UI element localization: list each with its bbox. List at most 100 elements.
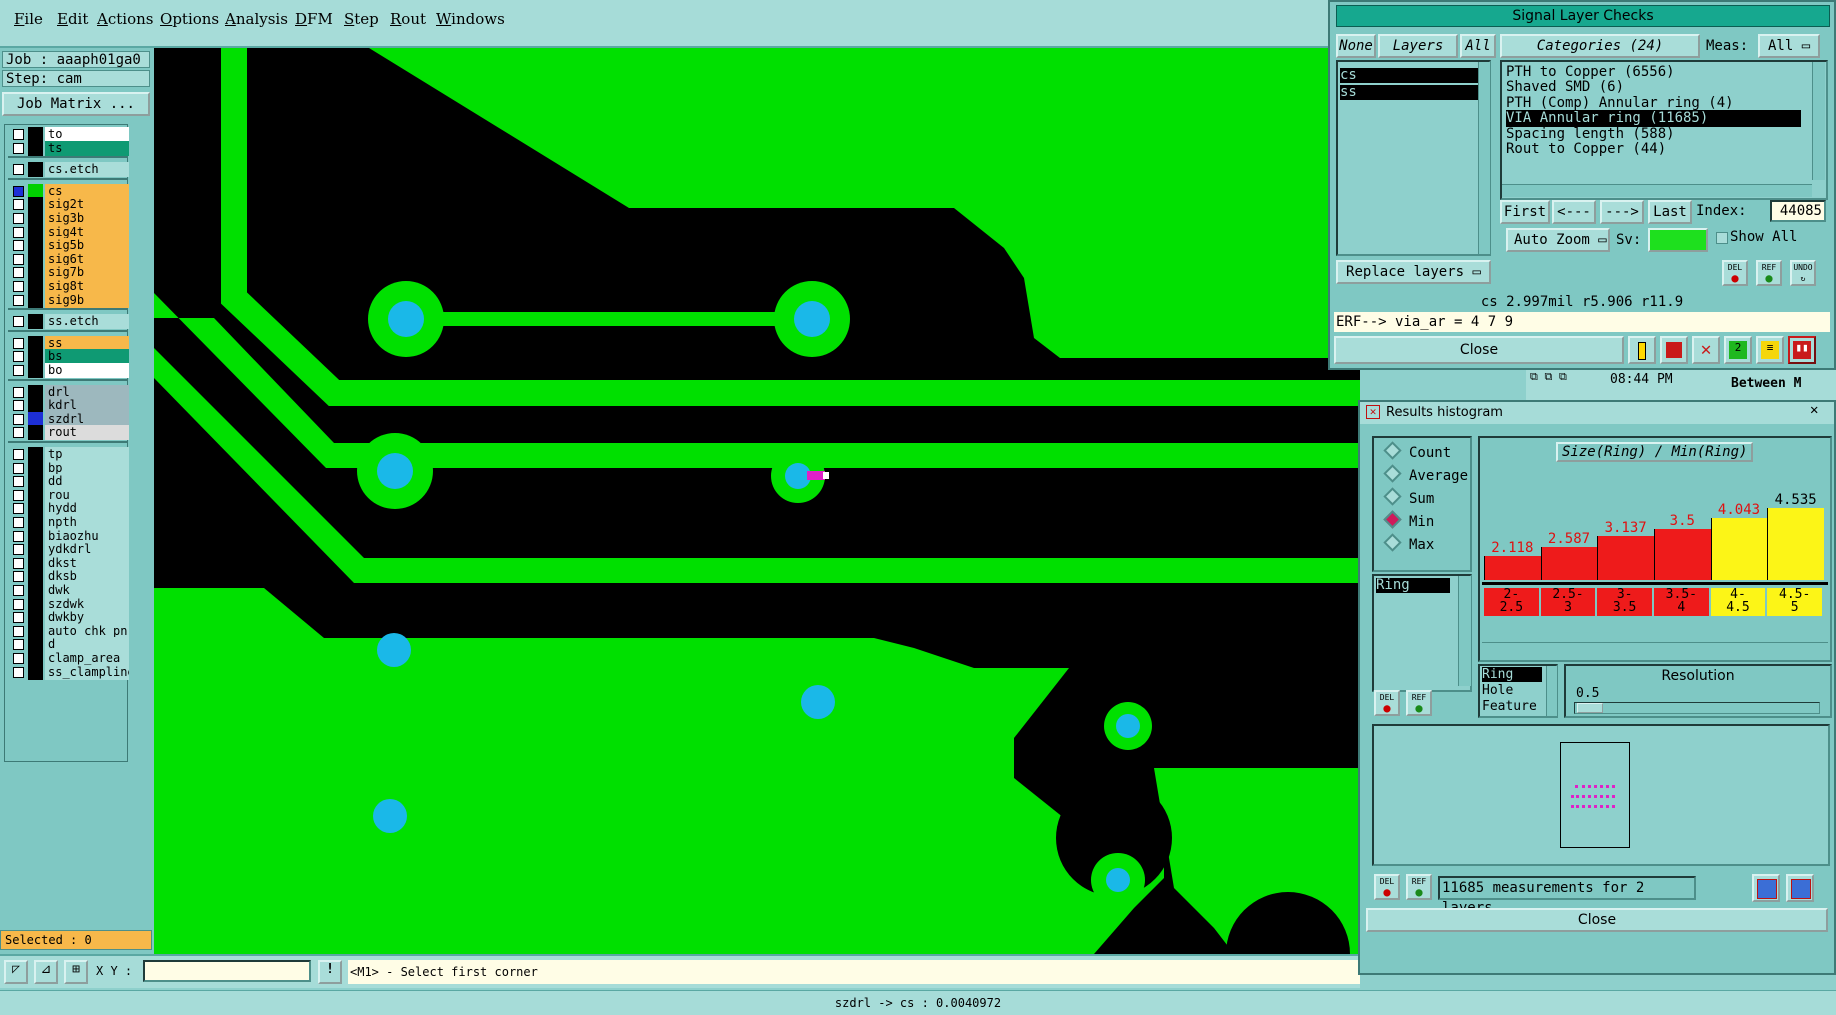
menu-analysis[interactable]: Analysis — [225, 10, 288, 28]
layer-swatch[interactable] — [28, 425, 43, 441]
layer-checkbox[interactable] — [13, 557, 24, 569]
layer-checkbox[interactable] — [13, 625, 24, 637]
menu-options[interactable]: Options — [160, 10, 219, 28]
layer-checkbox[interactable] — [13, 598, 24, 610]
stat-option-count[interactable]: Count — [1383, 441, 1451, 461]
layer-checkbox[interactable] — [13, 639, 24, 651]
layer-checkbox[interactable] — [13, 666, 24, 678]
ref-icon[interactable]: REF ● — [1756, 260, 1782, 286]
del-icon[interactable]: DEL ● — [1722, 260, 1748, 286]
layer-checkbox[interactable] — [13, 503, 24, 515]
xy-input[interactable] — [143, 960, 311, 982]
layer-checkbox[interactable] — [13, 142, 24, 154]
type-scrollbar[interactable] — [1546, 666, 1557, 716]
stat-option-sum[interactable]: Sum — [1383, 487, 1434, 507]
show-all-checkbox[interactable] — [1716, 232, 1728, 244]
layer-swatch[interactable] — [28, 664, 43, 680]
layer-checkbox[interactable] — [13, 351, 24, 363]
stat-option-max[interactable]: Max — [1383, 533, 1434, 553]
layer-row-ss.etch[interactable]: ss.etch — [8, 314, 129, 330]
menu-step[interactable]: Step — [344, 10, 379, 28]
layer-name[interactable]: ss.etch — [45, 314, 129, 330]
chart-hscrollbar[interactable] — [1482, 642, 1828, 655]
layer-checkbox[interactable] — [13, 226, 24, 238]
layer-name[interactable]: ts — [45, 140, 129, 156]
measure-tool-icon[interactable]: ⊿ — [34, 960, 58, 984]
histogram-bar[interactable] — [1540, 546, 1598, 580]
histogram-titlebar[interactable]: ✕ Results histogram ✕ — [1360, 402, 1834, 424]
last-button[interactable]: Last — [1648, 200, 1692, 224]
close-button[interactable]: Close — [1334, 336, 1624, 364]
menu-dfm[interactable]: DFM — [295, 10, 333, 28]
layer-checkbox[interactable] — [13, 240, 24, 252]
layer-checkbox[interactable] — [13, 316, 24, 328]
layer-row-rout[interactable]: rout — [8, 425, 129, 441]
next-button[interactable]: ---> — [1600, 200, 1644, 224]
layer-name[interactable]: rout — [45, 425, 129, 441]
layer-item-cs[interactable]: cs — [1340, 68, 1480, 83]
list-icon[interactable]: ≡ — [1756, 336, 1784, 364]
layer-checkbox[interactable] — [13, 185, 24, 197]
index-input[interactable] — [1770, 200, 1826, 222]
undo-icon[interactable]: UNDO ↻ — [1790, 260, 1816, 286]
category-hscrollbar[interactable] — [1502, 184, 1812, 197]
radio-diamond-icon[interactable] — [1383, 510, 1402, 529]
layer-name[interactable]: bo — [45, 363, 129, 378]
layer-name[interactable]: ss_clampline — [45, 664, 129, 680]
step-icon[interactable]: 2 — [1724, 336, 1752, 364]
layer-checkbox[interactable] — [13, 653, 24, 664]
job-matrix-button[interactable]: Job Matrix ... — [2, 92, 150, 116]
layer-checkbox[interactable] — [13, 213, 24, 224]
layer-checkbox[interactable] — [13, 462, 24, 474]
layer-swatch[interactable] — [28, 363, 43, 378]
layer-row-ss_clampline[interactable]: ss_clampline — [8, 664, 129, 680]
menu-windows[interactable]: Windows — [436, 10, 505, 28]
menu-rout[interactable]: Rout — [390, 10, 426, 28]
stat-option-average[interactable]: Average — [1383, 464, 1468, 484]
attribute-scrollbar[interactable] — [1458, 576, 1471, 686]
layer-checkbox[interactable] — [13, 365, 24, 376]
preview-del-icon[interactable]: DEL ● — [1374, 874, 1400, 900]
layer-checkbox[interactable] — [13, 267, 24, 279]
all-button[interactable]: All — [1460, 34, 1496, 58]
slider-handle[interactable] — [1577, 703, 1603, 713]
menu-edit[interactable]: Edit — [57, 10, 88, 28]
layer-swatch[interactable] — [28, 292, 43, 308]
layer-checkbox[interactable] — [13, 449, 24, 460]
type-item-ring[interactable]: Ring — [1482, 667, 1542, 682]
none-button[interactable]: None — [1336, 34, 1376, 58]
layer-checkbox[interactable] — [13, 281, 24, 292]
close-icon[interactable]: ✕ — [1810, 402, 1818, 418]
zoom-select-icon[interactable] — [1786, 874, 1814, 902]
resolution-slider[interactable] — [1574, 702, 1820, 714]
meas-select[interactable]: All ▭ — [1758, 34, 1820, 58]
layer-list-scrollbar[interactable] — [1478, 62, 1490, 254]
layer-checkbox[interactable] — [13, 413, 24, 425]
layer-checkbox[interactable] — [13, 400, 24, 412]
pcb-canvas[interactable] — [154, 48, 1360, 954]
layer-name[interactable]: cs.etch — [45, 162, 129, 178]
layer-swatch[interactable] — [28, 314, 43, 330]
preview-ref-icon[interactable]: REF ● — [1406, 874, 1432, 900]
type-item-feature[interactable]: Feature — [1482, 699, 1537, 714]
histogram-close-button[interactable]: Close — [1366, 908, 1828, 932]
layer-row-bo[interactable]: bo — [8, 363, 129, 378]
histogram-bar[interactable] — [1597, 535, 1654, 580]
histogram-bar[interactable] — [1484, 556, 1541, 580]
radio-diamond-icon[interactable] — [1383, 464, 1402, 483]
first-button[interactable]: First — [1500, 200, 1550, 224]
layer-checkbox[interactable] — [13, 517, 24, 528]
radio-diamond-icon[interactable] — [1383, 441, 1402, 460]
layer-checkbox[interactable] — [13, 386, 24, 398]
layer-checkbox[interactable] — [13, 544, 24, 556]
layer-name[interactable]: sig9b — [45, 292, 129, 308]
layer-swatch[interactable] — [28, 140, 43, 156]
sv-color-select[interactable] — [1648, 228, 1708, 252]
histogram-bar[interactable] — [1767, 508, 1824, 580]
layer-checkbox[interactable] — [13, 253, 24, 265]
report-icon[interactable] — [1660, 336, 1688, 364]
layer-checkbox[interactable] — [13, 199, 24, 211]
window-title[interactable]: Signal Layer Checks — [1336, 5, 1830, 27]
layer-checkbox[interactable] — [13, 489, 24, 501]
menu-actions[interactable]: Actions — [97, 10, 153, 28]
